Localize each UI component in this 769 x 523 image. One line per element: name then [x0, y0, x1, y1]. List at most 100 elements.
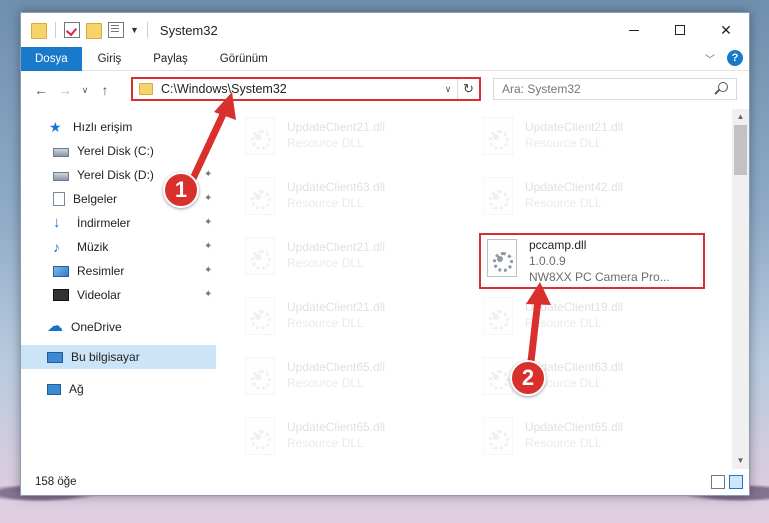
- file-item[interactable]: UpdateClient21.dll Resource DLL: [239, 113, 469, 167]
- window-controls: ✕: [611, 13, 749, 47]
- sidebar-item-videos[interactable]: Videolar ✦: [21, 283, 216, 307]
- sidebar-item-label: İndirmeler: [77, 216, 131, 230]
- customize-toolbar-chevron-icon[interactable]: ▼: [130, 25, 139, 35]
- file-item[interactable]: UpdateClient65.dll Resource DLL: [477, 413, 707, 467]
- tab-paylas[interactable]: Paylaş: [137, 47, 204, 71]
- sidebar-item-label: Yerel Disk (C:): [77, 144, 154, 158]
- status-bar: 158 öğe: [21, 469, 749, 495]
- large-icons-view-icon[interactable]: [729, 475, 743, 489]
- tab-dosya[interactable]: Dosya: [21, 46, 82, 71]
- details-view-icon[interactable]: [711, 475, 725, 489]
- file-name: pccamp.dll: [529, 238, 587, 252]
- address-path[interactable]: C:\Windows\System32: [161, 82, 439, 96]
- file-name: UpdateClient63.dll: [287, 180, 386, 194]
- tab-gorunum[interactable]: Görünüm: [204, 47, 284, 71]
- expand-ribbon-chevron-icon[interactable]: ﹀: [705, 51, 715, 66]
- sidebar-item-label: OneDrive: [71, 320, 122, 334]
- annotation-badge-1: 1: [163, 172, 199, 208]
- new-folder-icon[interactable]: [86, 23, 102, 39]
- ribbon-right-controls: ﹀ ?: [705, 50, 743, 66]
- file-item[interactable]: UpdateClient65.dll Resource DLL: [239, 413, 469, 467]
- sidebar-item-pictures[interactable]: Resimler ✦: [21, 259, 216, 283]
- dll-file-icon: [483, 117, 513, 155]
- file-item-pccamp-dll[interactable]: pccamp.dll 1.0.0.9 NW8XX PC Camera Pro..…: [479, 233, 705, 289]
- dll-file-icon: [245, 177, 275, 215]
- file-item[interactable]: UpdateClient19.dll Resource DLL: [477, 293, 707, 347]
- sidebar-item-label: Bu bilgisayar: [71, 350, 140, 364]
- maximize-button[interactable]: [657, 13, 703, 47]
- pin-icon[interactable]: ✦: [204, 169, 212, 180]
- recent-locations-button[interactable]: ∨: [77, 78, 93, 102]
- file-item[interactable]: UpdateClient63.dll Resource DLL: [239, 173, 469, 227]
- minimize-icon: [629, 29, 639, 31]
- file-name: UpdateClient21.dll: [287, 120, 386, 134]
- pin-icon[interactable]: ✦: [204, 217, 212, 228]
- videos-icon: [53, 289, 69, 301]
- quick-access-toolbar: ▼: [21, 21, 150, 39]
- dll-file-icon: [245, 117, 275, 155]
- search-input[interactable]: Ara: System32: [493, 78, 737, 100]
- file-version: 1.0.0.9: [529, 254, 566, 268]
- file-description: NW8XX PC Camera Pro...: [529, 270, 670, 284]
- sidebar-item-music[interactable]: ♪ Müzik ✦: [21, 235, 216, 259]
- main-content: ★ Hızlı erişim Yerel Disk (C:) Yerel Dis…: [21, 109, 749, 469]
- file-item[interactable]: UpdateClient21.dll Resource DLL: [477, 113, 707, 167]
- sidebar-item-label: Yerel Disk (D:): [77, 168, 154, 182]
- file-type: Resource DLL: [287, 436, 364, 450]
- properties-check-icon[interactable]: [64, 22, 80, 38]
- file-item[interactable]: UpdateClient42.dll Resource DLL: [477, 173, 707, 227]
- back-button[interactable]: ←: [29, 78, 53, 102]
- title-bar: ▼ System32 ✕: [21, 13, 749, 47]
- pin-icon[interactable]: ✦: [204, 193, 212, 204]
- scroll-down-icon[interactable]: ▼: [732, 453, 749, 469]
- help-icon[interactable]: ?: [727, 50, 743, 66]
- window-title: System32: [159, 22, 218, 38]
- disk-icon: [53, 172, 69, 181]
- tab-giris[interactable]: Giriş: [82, 47, 138, 71]
- vertical-scrollbar[interactable]: ▲ ▼: [732, 109, 749, 469]
- disk-icon: [53, 148, 69, 157]
- file-type: Resource DLL: [287, 376, 364, 390]
- refresh-button[interactable]: ↻: [457, 79, 479, 99]
- up-button[interactable]: ↑: [93, 78, 117, 102]
- dll-file-icon: [245, 297, 275, 335]
- close-button[interactable]: ✕: [703, 13, 749, 47]
- view-switcher: [711, 475, 743, 489]
- sidebar-item-onedrive[interactable]: ☁ OneDrive: [21, 315, 216, 339]
- minimize-button[interactable]: [611, 13, 657, 47]
- search-icon[interactable]: [718, 82, 728, 92]
- scroll-up-icon[interactable]: ▲: [732, 109, 749, 125]
- sidebar-item-network[interactable]: Ağ: [21, 377, 216, 401]
- computer-icon: [47, 351, 63, 363]
- pin-icon[interactable]: ✦: [204, 265, 212, 276]
- dll-file-icon: [245, 237, 275, 275]
- file-type: Resource DLL: [525, 316, 602, 330]
- pictures-icon: [53, 265, 69, 277]
- file-item[interactable]: UpdateClient21.dll Resource DLL: [239, 233, 469, 287]
- sidebar-item-this-pc[interactable]: Bu bilgisayar: [21, 345, 216, 369]
- file-item[interactable]: UpdateClient65.dll Resource DLL: [239, 353, 469, 407]
- file-item[interactable]: UpdateClient21.dll Resource DLL: [239, 293, 469, 347]
- pin-icon[interactable]: ✦: [204, 289, 212, 300]
- file-name: UpdateClient21.dll: [287, 240, 386, 254]
- sidebar-item-label: Hızlı erişim: [73, 120, 133, 134]
- scroll-thumb[interactable]: [734, 125, 747, 175]
- file-type: Resource DLL: [287, 196, 364, 210]
- pin-icon[interactable]: ✦: [204, 241, 212, 252]
- properties-icon[interactable]: [108, 22, 124, 38]
- documents-icon: [53, 192, 65, 206]
- file-name: UpdateClient65.dll: [525, 420, 624, 434]
- music-icon: ♪: [53, 239, 60, 255]
- forward-button[interactable]: →: [53, 78, 77, 102]
- address-dropdown-chevron-icon[interactable]: ∨: [439, 84, 457, 95]
- navigation-bar: ← → ∨ ↑ C:\Windows\System32 ∨ ↻ Ara: Sys…: [21, 71, 749, 109]
- dll-file-icon: [245, 417, 275, 455]
- folder-icon: [139, 83, 153, 95]
- cloud-icon: ☁: [47, 318, 63, 335]
- sidebar-item-local-disk-c[interactable]: Yerel Disk (C:): [21, 139, 216, 163]
- address-bar[interactable]: C:\Windows\System32 ∨ ↻: [131, 77, 481, 101]
- annotation-badge-2: 2: [510, 360, 546, 396]
- sidebar-item-quick-access[interactable]: ★ Hızlı erişim: [21, 115, 216, 139]
- sidebar-item-downloads[interactable]: ↓ İndirmeler ✦: [21, 211, 216, 235]
- search-placeholder: Ara: System32: [502, 82, 581, 96]
